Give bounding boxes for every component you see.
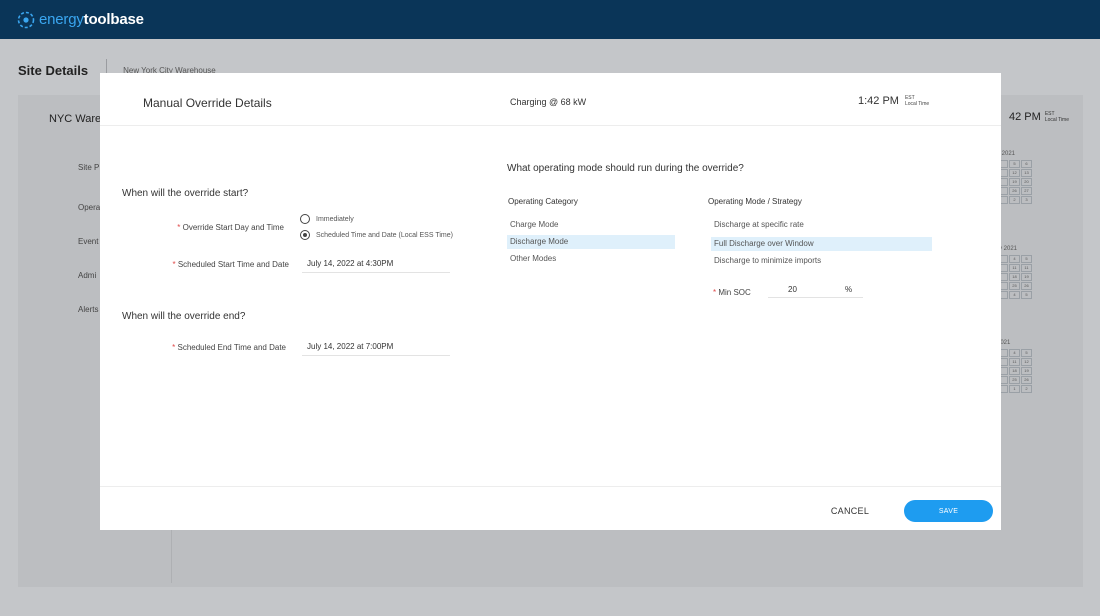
bg-nav-item: Admi: [78, 271, 97, 280]
strategy-minimize-imports[interactable]: Discharge to minimize imports: [711, 254, 932, 268]
category-charge-mode[interactable]: Charge Mode: [507, 218, 675, 232]
calendar-cell: 12: [1021, 358, 1032, 366]
operating-strategy-header: Operating Mode / Strategy: [708, 197, 802, 206]
bg-nav-item: Event: [78, 237, 99, 246]
calendar-cell: 27: [1021, 187, 1032, 195]
calendar-cell: 25: [1009, 282, 1020, 290]
save-button[interactable]: SAVE: [904, 500, 993, 522]
calendar-cell: 5: [1009, 160, 1020, 168]
calendar-cell: 11: [1009, 358, 1020, 366]
operating-category-header: Operating Category: [508, 197, 578, 206]
logo-text: energytoolbase: [39, 11, 144, 28]
calendar-cell: 3: [1021, 196, 1032, 204]
radio-scheduled[interactable]: Scheduled Time and Date (Local ESS Time): [300, 230, 453, 240]
start-time-input[interactable]: July 14, 2022 at 4:30PM: [302, 259, 450, 273]
radio-button[interactable]: [300, 214, 310, 224]
logo-icon: [16, 10, 36, 30]
calendar-cell: 20: [1021, 178, 1032, 186]
end-time-label: * Scheduled End Time and Date: [172, 343, 286, 352]
cancel-button[interactable]: CANCEL: [815, 500, 885, 522]
calendar-cell: 2: [1009, 196, 1020, 204]
bg-nav-item: Alerts: [78, 305, 99, 314]
radio-immediately[interactable]: Immediately: [300, 214, 354, 224]
start-time-label: * Scheduled Start Time and Date: [172, 260, 289, 269]
min-soc-input[interactable]: 20 %: [768, 284, 863, 298]
calendar-cell: 11: [1021, 264, 1032, 272]
calendar-cell: 6: [1021, 160, 1032, 168]
start-section-title: When will the override start?: [122, 188, 249, 199]
category-discharge-mode[interactable]: Discharge Mode: [507, 235, 675, 249]
app-header: energytoolbase: [0, 0, 1100, 39]
local-clock: 1:42 PM EST Local Time: [858, 95, 929, 107]
bg-mini-calendar: ry 2021 4 5 11 11 18 19 25 26 4 5: [997, 246, 1032, 299]
dialog-header: Manual Override Details Charging @ 68 kW…: [100, 73, 1001, 126]
calendar-cell: 18: [1009, 367, 1020, 375]
strategy-full-discharge[interactable]: Full Discharge over Window: [711, 237, 932, 251]
strategy-specific-rate[interactable]: Discharge at specific rate: [711, 218, 932, 232]
clock-timezone: EST Local Time: [904, 95, 930, 107]
calendar-cell: 4: [1009, 291, 1020, 299]
calendar-cell: 1: [1009, 385, 1020, 393]
dialog-footer-divider: [100, 486, 1001, 487]
bg-clock: 42 PM EST Local Time: [1009, 111, 1069, 123]
calendar-cell: 2: [1021, 385, 1032, 393]
calendar-cell: 19: [1009, 178, 1020, 186]
calendar-cell: 26: [1021, 376, 1032, 384]
page-title: Site Details: [18, 62, 89, 78]
calendar-cell: 18: [1009, 273, 1020, 281]
bg-card-title: NYC Ware: [49, 113, 102, 125]
manual-override-dialog: Manual Override Details Charging @ 68 kW…: [100, 73, 1001, 530]
bg-nav-item: Site P: [78, 163, 100, 172]
end-time-input[interactable]: July 14, 2022 at 7:00PM: [302, 342, 450, 356]
calendar-cell: 13: [1021, 169, 1032, 177]
calendar-cell: 26: [1021, 282, 1032, 290]
calendar-cell: 5: [1021, 349, 1032, 357]
bg-nav-item: Opera: [78, 203, 101, 212]
calendar-cell: 19: [1021, 367, 1032, 375]
calendar-cell: 19: [1021, 273, 1032, 281]
bg-mini-calendar: 2021 4 5 11 12 18 19 25 26 1 2: [997, 340, 1032, 393]
mode-question: What operating mode should run during th…: [507, 163, 744, 174]
calendar-cell: 12: [1009, 169, 1020, 177]
calendar-cell: 26: [1009, 187, 1020, 195]
calendar-cell: 5: [1021, 291, 1032, 299]
radio-button-checked[interactable]: [300, 230, 310, 240]
category-other-modes[interactable]: Other Modes: [507, 252, 675, 266]
dialog-title: Manual Override Details: [143, 96, 272, 110]
calendar-cell: 5: [1021, 255, 1032, 263]
charging-status: Charging @ 68 kW: [510, 97, 587, 107]
calendar-cell: 4: [1009, 349, 1020, 357]
app-logo[interactable]: energytoolbase: [16, 10, 144, 30]
calendar-cell: 11: [1009, 264, 1020, 272]
clock-time: 1:42 PM: [858, 95, 899, 107]
end-section-title: When will the override end?: [122, 311, 246, 322]
min-soc-label: * Min SOC: [713, 288, 751, 297]
calendar-cell: 4: [1009, 255, 1020, 263]
calendar-cell: 25: [1009, 376, 1020, 384]
override-start-label: * Override Start Day and Time: [177, 223, 284, 232]
bg-mini-calendar: y 2021 5 6 12 13 19 20 26 27 2 3: [997, 151, 1032, 204]
